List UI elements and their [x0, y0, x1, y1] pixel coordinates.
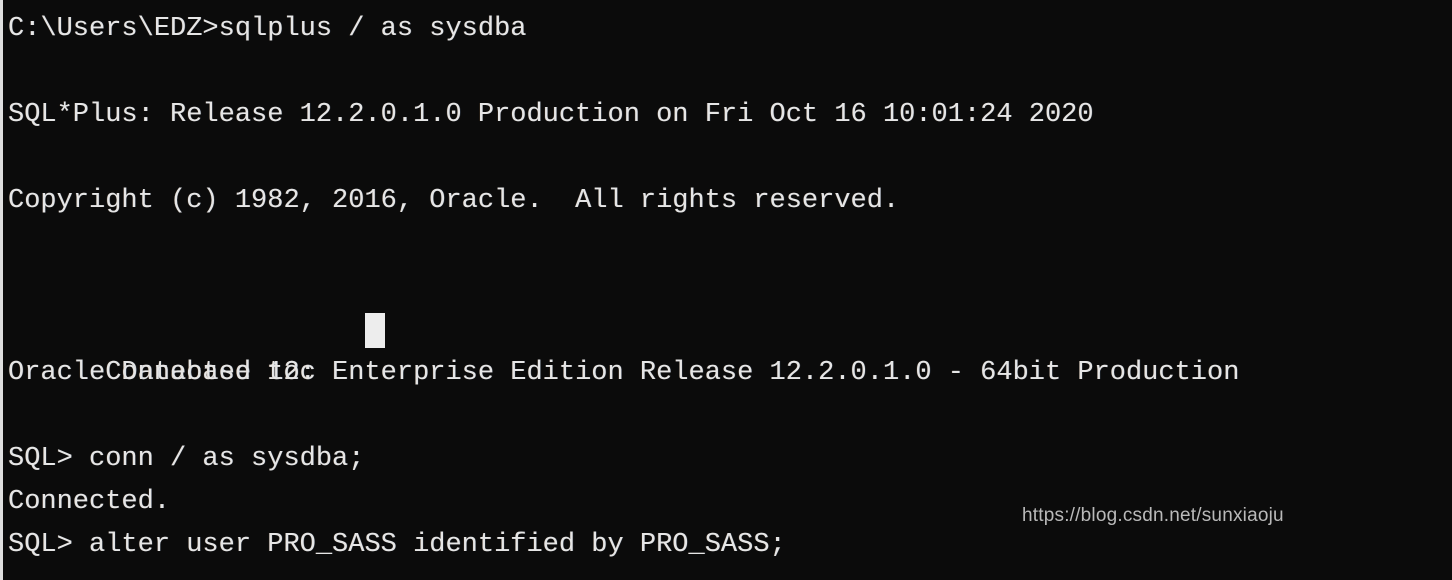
terminal-line-product-banner: SQL*Plus: Release 12.2.0.1.0 Production … [8, 100, 1094, 130]
terminal-line-connected-to-text: Connected to: [105, 358, 316, 388]
terminal-window[interactable]: C:\Users\EDZ>sqlplus / as sysdba SQL*Plu… [0, 0, 1452, 580]
terminal-line-sql-command-conn: SQL> conn / as sysdba; [8, 444, 365, 474]
watermark-url: https://blog.csdn.net/sunxiaoju [1022, 505, 1284, 526]
terminal-line-command-prompt: C:\Users\EDZ>sqlplus / as sysdba [8, 14, 527, 44]
terminal-line-connected-to: Connected to: [8, 309, 1452, 388]
text-cursor-block [365, 313, 385, 348]
terminal-screen[interactable]: C:\Users\EDZ>sqlplus / as sysdba SQL*Plu… [8, 8, 1452, 580]
terminal-line-copyright: Copyright (c) 1982, 2016, Oracle. All ri… [8, 186, 900, 216]
terminal-line-sql-command-alter-user: SQL> alter user PRO_SASS identified by P… [8, 530, 786, 560]
